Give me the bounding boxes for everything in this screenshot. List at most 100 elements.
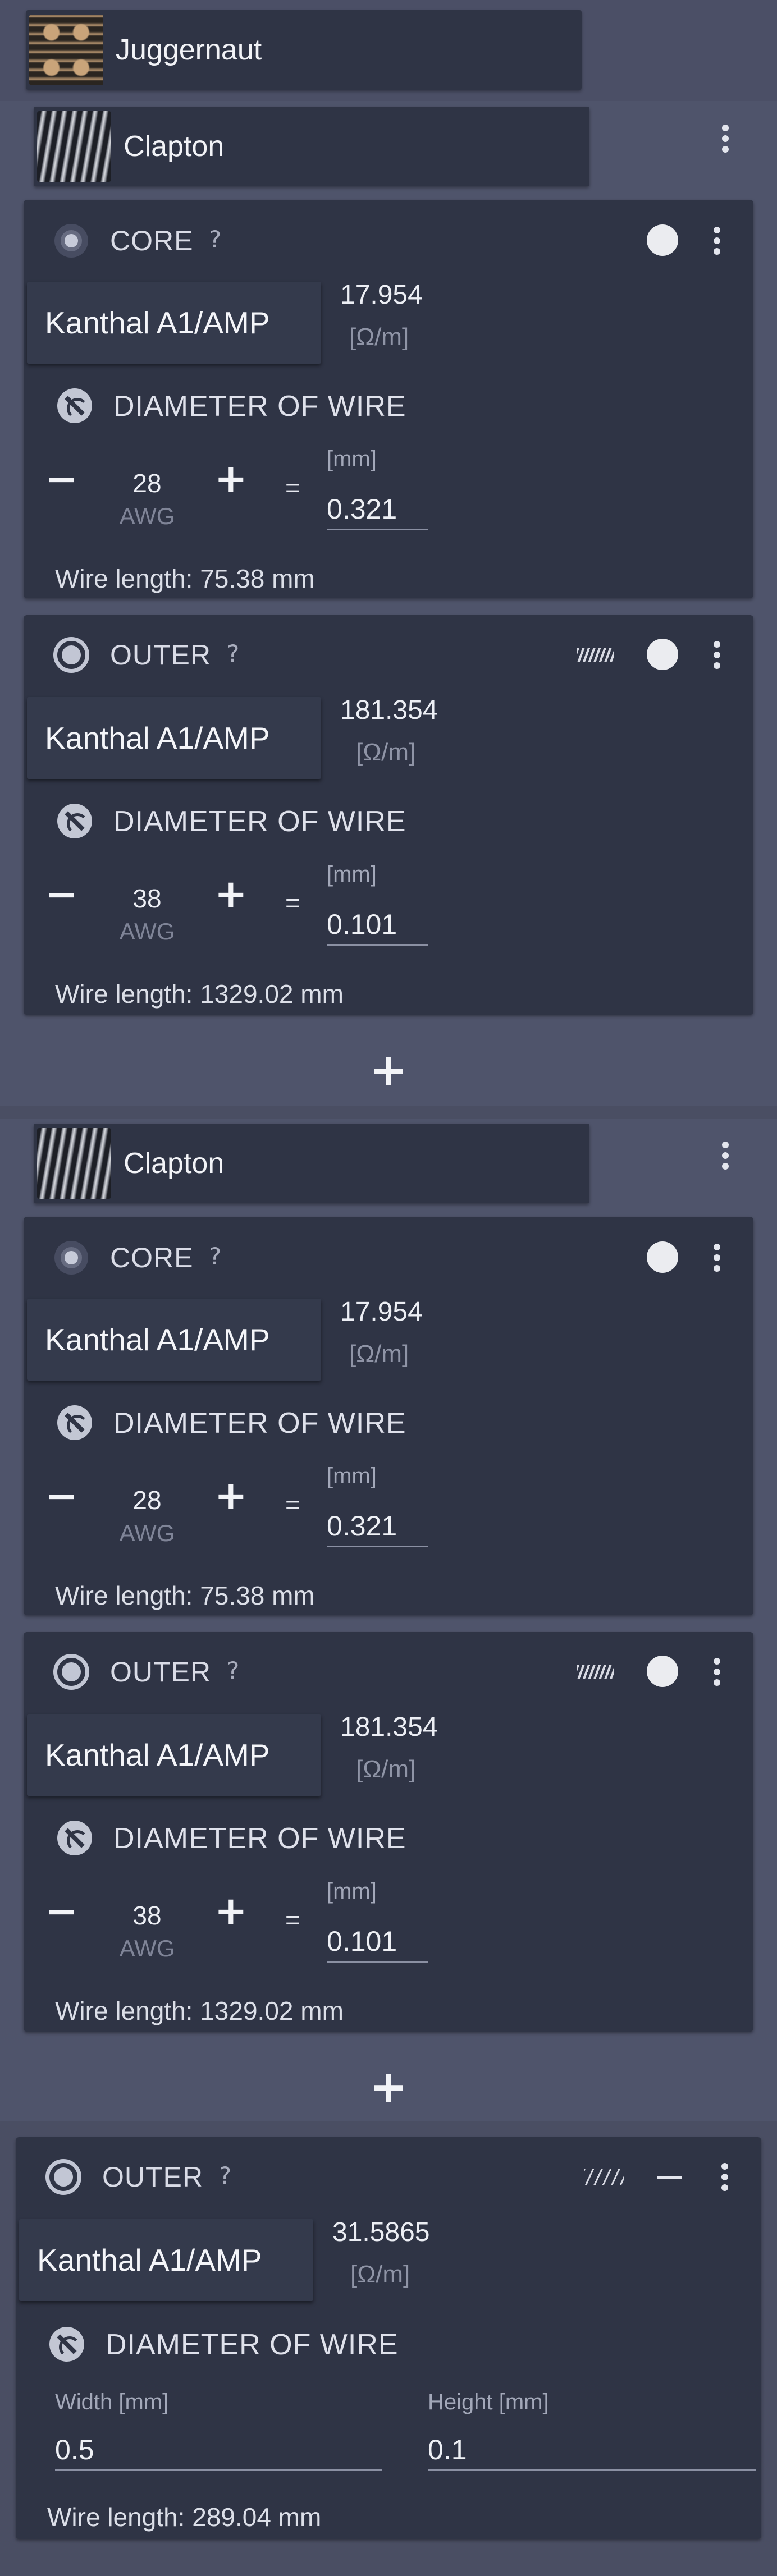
mm-label: [mm]: [327, 1464, 377, 1488]
awg-decrease-button[interactable]: −: [45, 871, 78, 917]
core-help-button[interactable]: ?: [209, 226, 221, 253]
awg-decrease-button[interactable]: −: [45, 1473, 78, 1519]
mm-diameter-input[interactable]: 0.321: [327, 493, 428, 530]
outer-label: OUTER: [110, 1656, 211, 1688]
outer-wire-length: Wire length: 1329.02 mm: [55, 979, 344, 1009]
clapton-thumbnail-icon: [37, 111, 111, 182]
diameter-icon: [57, 388, 92, 423]
outer-section-2: OUTER ? Kanthal A1/AMP 181.354 [Ω/m] DIA…: [24, 1632, 753, 2032]
core-menu-icon[interactable]: [709, 221, 725, 260]
outer-resistance-unit: [Ω/m]: [356, 1755, 416, 1783]
core-material-button[interactable]: Kanthal A1/AMP: [27, 1299, 321, 1381]
outer-label: OUTER: [110, 639, 211, 671]
core-label: CORE: [110, 1242, 194, 1273]
core-radio-2[interactable]: [52, 1238, 91, 1277]
diameter-icon: [49, 2327, 84, 2362]
diameter-title: DIAMETER OF WIRE: [113, 1407, 406, 1440]
clapton-thumbnail-icon: [37, 1128, 111, 1199]
diameter-icon: [57, 804, 92, 838]
add-wire-button-2[interactable]: +: [360, 2061, 417, 2113]
outer-radio-2[interactable]: [52, 1652, 91, 1692]
diameter-icon: [57, 1405, 92, 1440]
awg-value: 28: [132, 1486, 162, 1515]
clapton-2-card[interactable]: Clapton: [34, 1124, 589, 1203]
height-label: Height [mm]: [428, 2390, 549, 2414]
clapton-2-title: Clapton: [124, 1147, 225, 1180]
core-resistance-unit: [Ω/m]: [349, 1340, 409, 1368]
outer-resistance-unit: [Ω/m]: [356, 739, 416, 766]
awg-decrease-button[interactable]: −: [45, 456, 78, 502]
awg-label: AWG: [119, 1935, 175, 1961]
outer-material-button[interactable]: Kanthal A1/AMP: [27, 1714, 321, 1796]
equals-sign: =: [285, 888, 300, 918]
awg-value: 38: [132, 1901, 162, 1930]
core-wire-length: Wire length: 75.38 mm: [55, 564, 315, 593]
outer-help-button[interactable]: ?: [227, 1657, 239, 1684]
outer-section-3: OUTER ? Kanthal A1/AMP 31.5865 [Ω/m] DIA…: [16, 2137, 761, 2539]
clapton-1-menu-icon[interactable]: [717, 119, 734, 158]
core-help-button[interactable]: ?: [209, 1243, 221, 1270]
outer-section-1: OUTER ? Kanthal A1/AMP 181.354 [Ω/m] DIA…: [24, 615, 753, 1015]
awg-decrease-button[interactable]: −: [45, 1888, 78, 1934]
outer-resistance-unit: [Ω/m]: [350, 2261, 410, 2288]
equals-sign: =: [285, 473, 300, 502]
coil-pattern-icon[interactable]: [577, 1665, 614, 1679]
mm-diameter-input[interactable]: 0.101: [327, 908, 428, 946]
core-section-1: CORE ? Kanthal A1/AMP 17.954 [Ω/m] DIAME…: [24, 200, 753, 598]
juggernaut-card[interactable]: Juggernaut: [26, 10, 582, 90]
awg-label: AWG: [119, 918, 175, 945]
core-wire-length: Wire length: 75.38 mm: [55, 1581, 315, 1610]
clapton-1-title: Clapton: [124, 130, 225, 163]
core-menu-icon[interactable]: [709, 1238, 725, 1277]
outer-resistance: 31.5865: [332, 2217, 430, 2247]
awg-increase-button[interactable]: +: [214, 1473, 248, 1519]
outer-wire-length: Wire length: 1329.02 mm: [55, 1996, 344, 2025]
mm-diameter-input[interactable]: 0.101: [327, 1925, 428, 1963]
core-resistance: 17.954: [340, 1297, 423, 1327]
remove-icon[interactable]: [657, 2176, 682, 2179]
outer-material-button[interactable]: Kanthal A1/AMP: [19, 2219, 313, 2301]
outer-resistance: 181.354: [340, 695, 438, 725]
outer-menu-icon[interactable]: [709, 635, 725, 675]
diameter-icon: [57, 1821, 92, 1855]
equals-sign: =: [285, 1490, 300, 1519]
outer-menu-icon[interactable]: [709, 1652, 725, 1692]
diameter-title: DIAMETER OF WIRE: [113, 805, 406, 838]
mm-diameter-input[interactable]: 0.321: [327, 1510, 428, 1547]
awg-label: AWG: [119, 1520, 175, 1546]
diameter-title: DIAMETER OF WIRE: [113, 390, 406, 423]
awg-increase-button[interactable]: +: [214, 1888, 248, 1934]
core-color-dot[interactable]: [647, 1241, 678, 1273]
coil-spacing-icon[interactable]: [584, 2169, 624, 2185]
awg-label: AWG: [119, 503, 175, 529]
mm-label: [mm]: [327, 862, 377, 887]
core-radio-1[interactable]: [52, 221, 91, 260]
outer-radio-1[interactable]: [52, 635, 91, 675]
core-material-button[interactable]: Kanthal A1/AMP: [27, 282, 321, 364]
clapton-1-card[interactable]: Clapton: [34, 107, 589, 186]
outer-menu-icon[interactable]: [716, 2157, 733, 2197]
outer-color-dot[interactable]: [647, 639, 678, 670]
outer-help-button[interactable]: ?: [219, 2162, 231, 2189]
awg-increase-button[interactable]: +: [214, 456, 248, 502]
clapton-2-menu-icon[interactable]: [717, 1136, 734, 1175]
outer-color-dot[interactable]: [647, 1656, 678, 1687]
mm-label: [mm]: [327, 1879, 377, 1904]
juggernaut-title: Juggernaut: [116, 34, 262, 66]
awg-value: 28: [132, 469, 162, 498]
core-color-dot[interactable]: [647, 224, 678, 256]
width-input[interactable]: 0.5: [55, 2433, 382, 2471]
outer-material-button[interactable]: Kanthal A1/AMP: [27, 697, 321, 779]
equals-sign: =: [285, 1905, 300, 1935]
awg-value: 38: [132, 884, 162, 913]
awg-increase-button[interactable]: +: [214, 871, 248, 917]
core-resistance-unit: [Ω/m]: [349, 323, 409, 351]
juggernaut-thumbnail-icon: [29, 15, 103, 85]
outer-radio-3[interactable]: [44, 2157, 83, 2197]
coil-pattern-icon[interactable]: [577, 648, 614, 662]
height-input[interactable]: 0.1: [428, 2433, 756, 2471]
add-wire-button-1[interactable]: +: [360, 1044, 417, 1096]
outer-help-button[interactable]: ?: [227, 640, 239, 667]
core-section-2: CORE ? Kanthal A1/AMP 17.954 [Ω/m] DIAME…: [24, 1217, 753, 1615]
diameter-title: DIAMETER OF WIRE: [106, 2329, 399, 2361]
